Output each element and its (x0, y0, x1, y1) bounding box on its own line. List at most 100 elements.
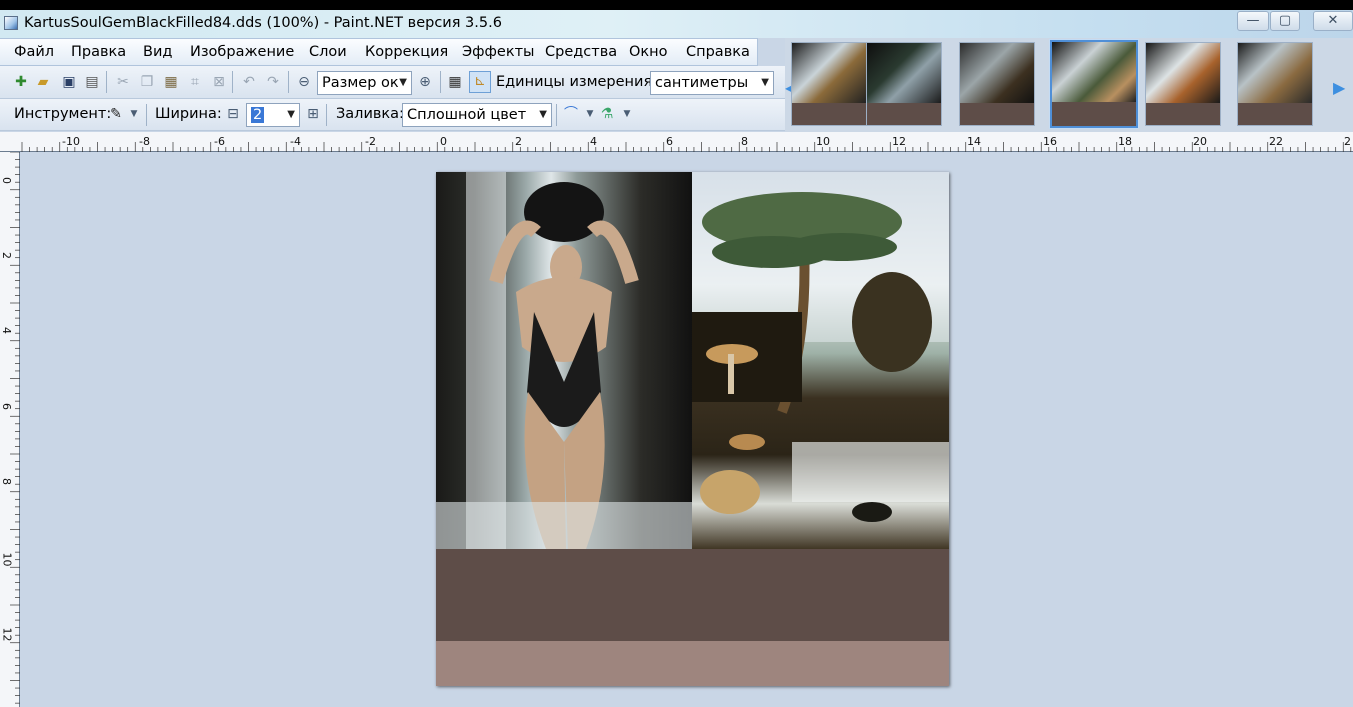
ruler-label: 4 (0, 327, 13, 334)
palm-landscape-image (692, 172, 949, 522)
ruler-label: 6 (0, 403, 13, 410)
zoom-out-icon[interactable]: ⊖ (295, 73, 313, 91)
ruler-label: -8 (139, 135, 150, 148)
chevron-down-icon: ▼ (761, 77, 769, 88)
ruler-label: -10 (62, 135, 80, 148)
fill-value: Сплошной цвет (407, 107, 527, 123)
image-thumbnail[interactable] (1145, 42, 1221, 126)
save-icon[interactable]: ▣ (60, 73, 78, 91)
blend-mode-icon[interactable]: ⚗ (598, 105, 616, 123)
screen-top-edge (0, 0, 1353, 10)
menu-window[interactable]: Окно (629, 44, 668, 60)
ruler-label: 10 (0, 552, 14, 567)
image-canvas[interactable] (436, 172, 949, 686)
ruler-label: 12 (0, 627, 14, 642)
redo-icon[interactable]: ↷ (264, 73, 282, 91)
ruler-label: 0 (0, 177, 13, 184)
ruler-label: 10 (816, 135, 830, 148)
paintnet-app-icon[interactable] (4, 16, 18, 30)
tool-options-bar: Инструмент: ✎ ▼ Ширина: ⊟ 2 ▼ ⊞ Заливка:… (0, 99, 785, 131)
copy-icon[interactable]: ❐ (138, 73, 156, 91)
menu-effects[interactable]: Эффекты (462, 44, 535, 60)
menu-layers[interactable]: Слои (309, 44, 347, 60)
crop-icon[interactable]: ⌗ (186, 73, 204, 91)
menu-view[interactable]: Вид (143, 44, 172, 60)
chevron-down-icon[interactable]: ▼ (128, 105, 140, 123)
rulers-toggle-icon[interactable]: ⊾ (469, 71, 491, 93)
paste-icon[interactable]: ▦ (162, 73, 180, 91)
image-thumbnail[interactable] (1237, 42, 1313, 126)
toolbar-separator (440, 71, 441, 93)
image-thumbnail[interactable] (959, 42, 1035, 126)
menu-help[interactable]: Справка (686, 44, 750, 60)
ruler-label: -2 (365, 135, 376, 148)
texture-right-painting (692, 172, 949, 549)
window-title: KartusSoulGemBlackFilled84.dds (100%) - … (24, 15, 502, 31)
image-thumbnail-active[interactable] (1050, 40, 1138, 128)
paintbrush-icon[interactable]: ✎ (107, 105, 125, 123)
units-combo[interactable]: сантиметры ▼ (650, 71, 774, 95)
width-label: Ширина: (155, 106, 222, 122)
ruler-label: 18 (1118, 135, 1132, 148)
ruler-label: -4 (290, 135, 301, 148)
menu-adjustments[interactable]: Коррекция (365, 44, 448, 60)
print-icon[interactable]: ▤ (83, 73, 101, 91)
zoom-combo[interactable]: Размер ок ▼ (317, 71, 412, 95)
decrease-width-icon[interactable]: ⊟ (224, 105, 242, 123)
chevron-down-icon[interactable]: ▼ (584, 105, 596, 123)
image-tabs-strip: ◀ ▶ (785, 38, 1353, 132)
fill-label: Заливка: (336, 106, 404, 122)
fill-combo[interactable]: Сплошной цвет ▼ (402, 103, 552, 127)
texture-left-painting (436, 172, 692, 549)
vertical-ruler: 0 2 4 6 8 10 12 (0, 152, 20, 707)
menu-image[interactable]: Изображение (190, 44, 294, 60)
toolbar-separator (106, 71, 107, 93)
toolbar-separator (326, 104, 327, 126)
ruler-label: 6 (666, 135, 673, 148)
figure-silhouette-image (436, 172, 692, 549)
ruler-label: 12 (892, 135, 906, 148)
menu-tools[interactable]: Средства (545, 44, 617, 60)
deselect-icon[interactable]: ⊠ (210, 73, 228, 91)
image-thumbnail[interactable] (866, 42, 942, 126)
menu-bar: Файл Правка Вид Изображение Слои Коррекц… (0, 38, 758, 66)
ruler-label: 16 (1043, 135, 1057, 148)
toolbar-separator (232, 71, 233, 93)
width-combo[interactable]: 2 ▼ (246, 103, 300, 127)
cut-icon[interactable]: ✂ (114, 73, 132, 91)
vertical-ruler-ticks (10, 152, 20, 704)
antialiasing-icon[interactable]: ⌒ (562, 105, 580, 123)
open-file-icon[interactable]: ▰ (34, 73, 52, 91)
ruler-label: 0 (440, 135, 447, 148)
units-value: сантиметры (655, 75, 749, 91)
grid-icon[interactable]: ▦ (446, 73, 464, 91)
undo-icon[interactable]: ↶ (240, 73, 258, 91)
menu-file[interactable]: Файл (14, 44, 54, 60)
title-bar: KartusSoulGemBlackFilled84.dds (100%) - … (0, 10, 1353, 38)
ruler-label: 14 (967, 135, 981, 148)
toolbar-separator (146, 104, 147, 126)
texture-dark-band (436, 549, 949, 641)
chevron-down-icon: ▼ (539, 109, 547, 120)
ruler-label: -6 (214, 135, 225, 148)
ruler-label: 2 (0, 252, 13, 259)
chevron-down-icon[interactable]: ▼ (621, 105, 633, 123)
ruler-label: 22 (1269, 135, 1283, 148)
chevron-down-icon: ▼ (399, 77, 407, 88)
scroll-right-icon[interactable]: ▶ (1333, 78, 1345, 97)
ruler-label: 8 (0, 478, 13, 485)
menu-edit[interactable]: Правка (71, 44, 126, 60)
new-image-icon[interactable]: ✚ (12, 73, 30, 91)
minimize-button[interactable]: — (1237, 11, 1269, 31)
toolbar-separator (556, 104, 557, 126)
maximize-button[interactable]: ▢ (1270, 11, 1300, 31)
image-thumbnail[interactable] (791, 42, 867, 126)
close-button[interactable]: ✕ (1313, 11, 1353, 31)
zoom-in-icon[interactable]: ⊕ (416, 73, 434, 91)
tool-label: Инструмент: (14, 106, 112, 122)
texture-light-band (436, 641, 949, 686)
ruler-label: 4 (590, 135, 597, 148)
increase-width-icon[interactable]: ⊞ (304, 105, 322, 123)
horizontal-ruler-ticks (21, 142, 1352, 152)
ruler-label: 2 (515, 135, 522, 148)
